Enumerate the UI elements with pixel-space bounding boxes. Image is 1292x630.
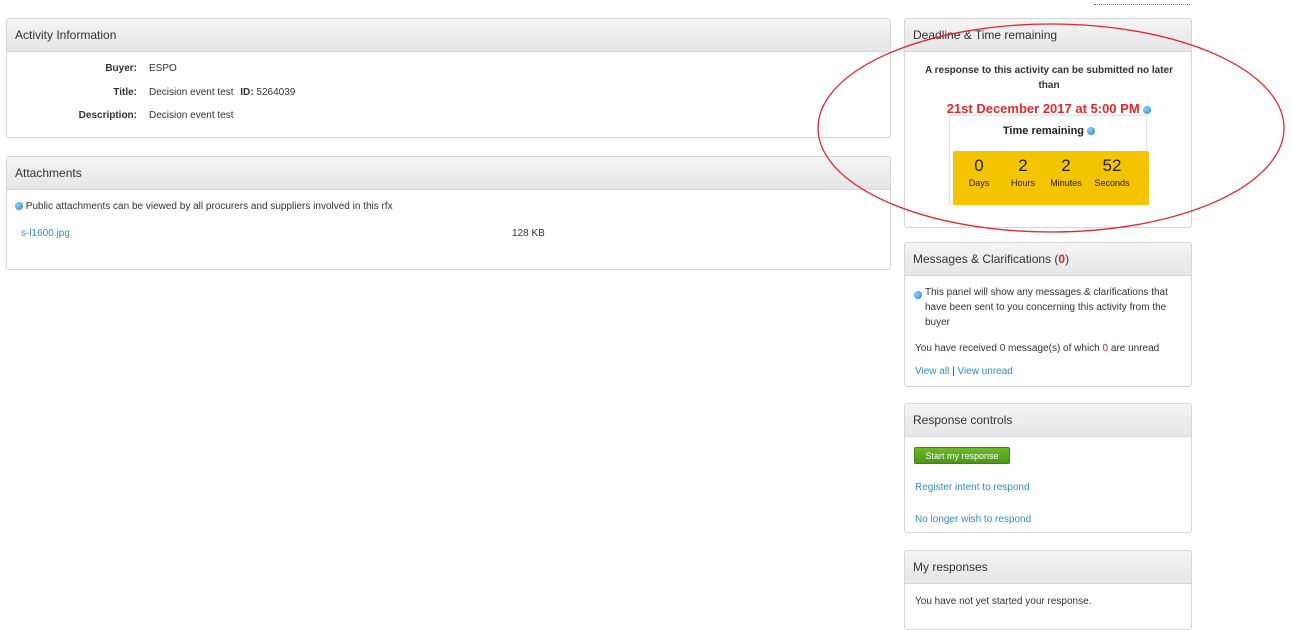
- deadline-panel: Deadline & Time remaining A response to …: [904, 18, 1192, 228]
- info-icon: [1087, 127, 1096, 136]
- info-icon: [914, 291, 922, 299]
- view-all-link[interactable]: View all: [915, 366, 949, 377]
- id-label: ID:: [240, 87, 254, 98]
- messages-received-prefix: You have received 0 message(s) of which: [915, 343, 1100, 354]
- activity-information-header: Activity Information: [7, 19, 890, 52]
- deadline-date: 21st December 2017 at 5:00 PM: [905, 101, 1191, 116]
- my-responses-header: My responses: [905, 551, 1191, 584]
- messages-count-close: ): [1065, 252, 1070, 266]
- time-remaining-box: Time remaining 0 Days 2 Hours 2 Minutes …: [949, 115, 1149, 205]
- info-icon: [1143, 105, 1152, 114]
- activity-information-panel: Activity Information Buyer: ESPO Title: …: [6, 18, 891, 138]
- countdown-hours-label: Hours: [1010, 178, 1035, 188]
- buyer-label: Buyer:: [105, 63, 137, 74]
- countdown-hours-value: 2: [1018, 156, 1028, 175]
- messages-info: This panel will show any messages & clar…: [925, 287, 1168, 328]
- title-text: Decision event test: [149, 87, 234, 98]
- countdown-minutes-label: Minutes: [1050, 178, 1082, 188]
- countdown-minutes: 2 Minutes: [1044, 155, 1088, 189]
- deadline-header: Deadline & Time remaining: [905, 19, 1191, 52]
- countdown-days-label: Days: [968, 178, 990, 188]
- back-to-dashboard-link-clipped[interactable]: [1094, 0, 1190, 5]
- response-controls-panel: Response controls Start my response Regi…: [904, 403, 1192, 533]
- messages-title: Messages & Clarifications: [913, 252, 1052, 266]
- my-responses-status: You have not yet started your response.: [915, 596, 1092, 607]
- countdown-seconds: 52 Seconds: [1090, 155, 1134, 189]
- title-value: Decision event test ID: 5264039: [149, 87, 295, 98]
- messages-panel: Messages & Clarifications (0) This panel…: [904, 242, 1192, 387]
- messages-unread-count: 0: [1102, 343, 1109, 354]
- attachment-file-size: 128 KB: [512, 228, 545, 239]
- messages-view-links: View all | View unread: [915, 366, 1013, 377]
- countdown-minutes-value: 2: [1061, 156, 1071, 175]
- info-icon: [15, 202, 23, 211]
- countdown-hours: 2 Hours: [1001, 155, 1045, 189]
- deadline-date-text: 21st December 2017 at 5:00 PM: [946, 101, 1140, 116]
- attachments-note-text: Public attachments can be viewed by all …: [25, 201, 393, 212]
- my-responses-panel: My responses You have not yet started yo…: [904, 550, 1192, 630]
- countdown-seconds-label: Seconds: [1094, 178, 1130, 188]
- no-longer-wish-link[interactable]: No longer wish to respond: [915, 514, 1031, 525]
- attachment-file-link[interactable]: s-l1600.jpg: [21, 228, 70, 239]
- response-controls-header: Response controls: [905, 404, 1191, 437]
- buyer-value: ESPO: [149, 63, 177, 74]
- countdown-seconds-value: 52: [1102, 156, 1122, 175]
- attachments-note: Public attachments can be viewed by all …: [15, 201, 393, 212]
- start-my-response-button[interactable]: Start my response: [914, 447, 1010, 464]
- attachments-header: Attachments: [7, 157, 890, 190]
- time-remaining-text: Time remaining: [1002, 125, 1085, 137]
- time-remaining-label: Time remaining: [950, 125, 1148, 137]
- messages-received-suffix: are unread: [1110, 343, 1160, 354]
- messages-header: Messages & Clarifications (0): [905, 243, 1191, 276]
- title-label: Title:: [113, 87, 137, 98]
- view-unread-link[interactable]: View unread: [957, 366, 1012, 377]
- countdown-days-value: 0: [974, 156, 984, 175]
- countdown-timer: 0 Days 2 Hours 2 Minutes 52 Seconds: [953, 151, 1149, 205]
- attachments-panel: Attachments Public attachments can be vi…: [6, 156, 891, 270]
- view-links-separator: |: [952, 366, 955, 377]
- deadline-notice: A response to this activity can be submi…: [924, 65, 1174, 91]
- id-value: 5264039: [256, 87, 296, 98]
- description-value: Decision event test: [149, 110, 234, 121]
- register-intent-link[interactable]: Register intent to respond: [915, 482, 1030, 493]
- description-label: Description:: [78, 110, 137, 121]
- messages-received: You have received 0 message(s) of which …: [915, 343, 1191, 354]
- countdown-days: 0 Days: [957, 155, 1001, 189]
